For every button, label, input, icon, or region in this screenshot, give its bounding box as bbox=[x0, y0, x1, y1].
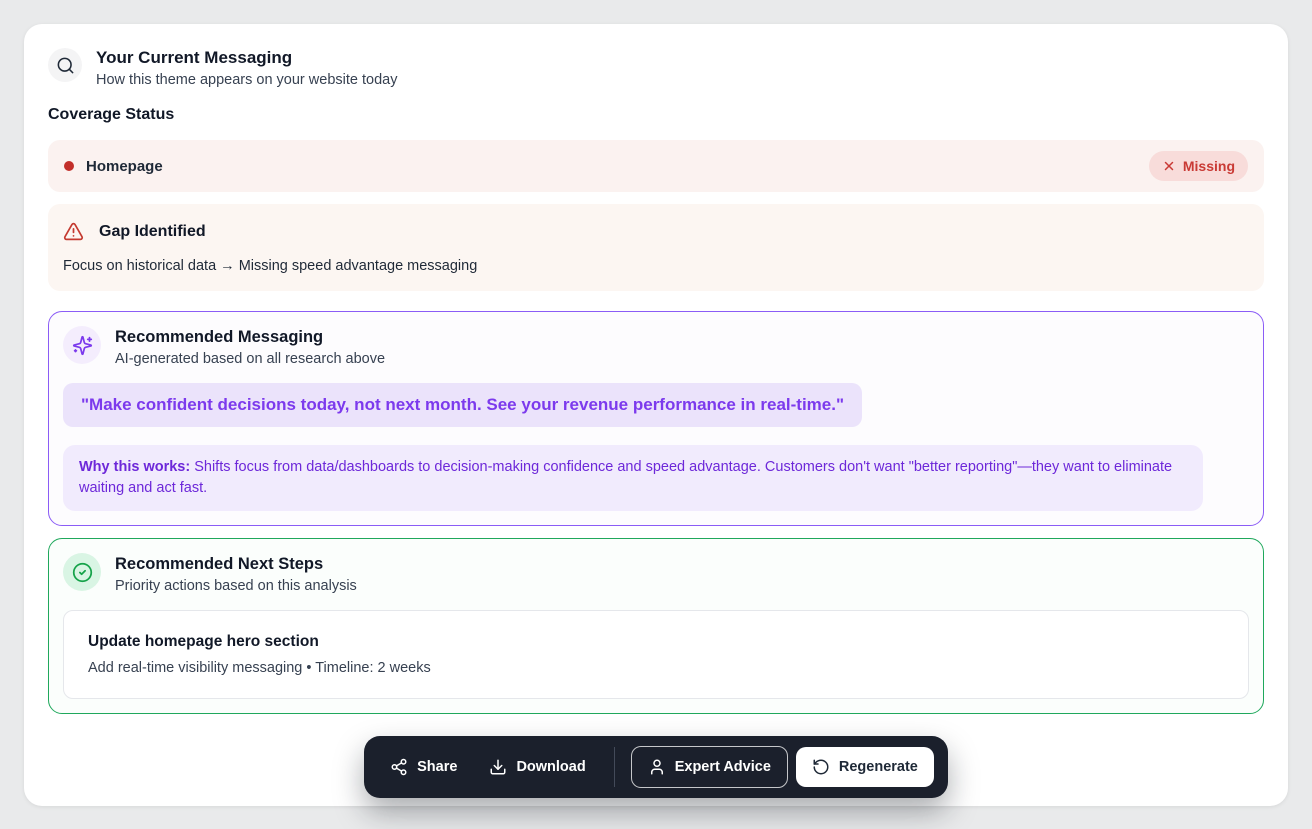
next-steps-title: Recommended Next Steps bbox=[115, 555, 357, 574]
gap-header: Gap Identified bbox=[63, 221, 1249, 242]
next-steps-card: Recommended Next Steps Priority actions … bbox=[48, 538, 1264, 714]
page-subtitle: How this theme appears on your website t… bbox=[96, 72, 397, 88]
header-text: Your Current Messaging How this theme ap… bbox=[96, 48, 397, 88]
toolbar-divider bbox=[614, 747, 615, 787]
share-button[interactable]: Share bbox=[378, 748, 469, 786]
main-card: Your Current Messaging How this theme ap… bbox=[24, 24, 1288, 806]
recommended-messaging-card: Recommended Messaging AI-generated based… bbox=[48, 311, 1264, 526]
why-label: Why this works: bbox=[79, 459, 190, 475]
recommended-messaging-title: Recommended Messaging bbox=[115, 328, 385, 347]
recommended-quote: "Make confident decisions today, not nex… bbox=[63, 383, 862, 427]
current-messaging-header: Your Current Messaging How this theme ap… bbox=[48, 48, 1264, 88]
coverage-page-label: Homepage bbox=[86, 158, 163, 175]
action-title: Update homepage hero section bbox=[88, 633, 1224, 651]
gap-title: Gap Identified bbox=[99, 223, 206, 241]
x-icon bbox=[1162, 159, 1176, 173]
expert-advice-button[interactable]: Expert Advice bbox=[631, 746, 788, 788]
share-icon bbox=[390, 758, 408, 776]
next-steps-header: Recommended Next Steps Priority actions … bbox=[63, 553, 1249, 594]
coverage-row-homepage: Homepage Missing bbox=[48, 140, 1264, 192]
regenerate-button-label: Regenerate bbox=[839, 759, 918, 775]
page-background: Your Current Messaging How this theme ap… bbox=[0, 0, 1312, 829]
recommended-messaging-header: Recommended Messaging AI-generated based… bbox=[63, 326, 1249, 367]
why-this-works-box: Why this works: Shifts focus from data/d… bbox=[63, 445, 1203, 511]
recommended-messaging-subtitle: AI-generated based on all research above bbox=[115, 351, 385, 367]
user-icon bbox=[648, 758, 666, 776]
expert-advice-button-label: Expert Advice bbox=[675, 759, 771, 775]
coverage-row-left: Homepage bbox=[64, 158, 163, 175]
status-dot-icon bbox=[64, 161, 74, 171]
why-text: Shifts focus from data/dashboards to dec… bbox=[79, 459, 1172, 496]
sparkles-icon bbox=[63, 326, 101, 364]
regenerate-button[interactable]: Regenerate bbox=[796, 747, 934, 787]
next-steps-header-text: Recommended Next Steps Priority actions … bbox=[115, 553, 357, 594]
action-item: Update homepage hero section Add real-ti… bbox=[63, 610, 1249, 699]
coverage-status-heading: Coverage Status bbox=[48, 106, 1264, 124]
download-button-label: Download bbox=[516, 759, 585, 775]
status-badge-label: Missing bbox=[1183, 158, 1235, 174]
action-toolbar: Share Download Expert Advice Regenerate bbox=[364, 736, 948, 798]
next-steps-subtitle: Priority actions based on this analysis bbox=[115, 578, 357, 594]
recommended-messaging-header-text: Recommended Messaging AI-generated based… bbox=[115, 326, 385, 367]
check-circle-icon bbox=[63, 553, 101, 591]
page-title: Your Current Messaging bbox=[96, 48, 397, 68]
rotate-ccw-icon bbox=[812, 758, 830, 776]
download-button[interactable]: Download bbox=[477, 748, 597, 786]
gap-description: Focus on historical data → Missing speed… bbox=[63, 258, 1249, 274]
search-icon bbox=[48, 48, 82, 82]
gap-identified-card: Gap Identified Focus on historical data … bbox=[48, 204, 1264, 291]
status-badge: Missing bbox=[1149, 151, 1248, 181]
download-icon bbox=[489, 758, 507, 776]
action-detail: Add real-time visibility messaging • Tim… bbox=[88, 660, 1224, 676]
share-button-label: Share bbox=[417, 759, 457, 775]
warning-triangle-icon bbox=[63, 221, 84, 242]
